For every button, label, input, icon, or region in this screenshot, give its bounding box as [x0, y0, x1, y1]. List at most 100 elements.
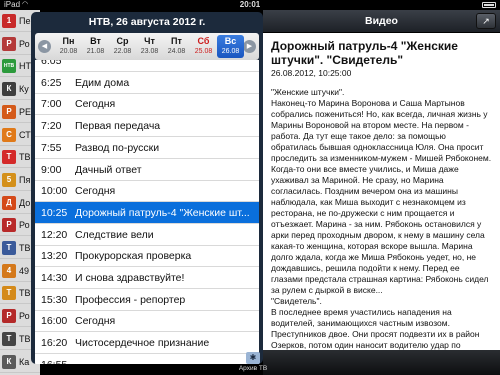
program-row[interactable]: 10:25 Дорожный патруль-4 "Женские шт...: [35, 201, 259, 224]
program-row[interactable]: 7:00 Сегодня: [35, 93, 259, 116]
tab-archive[interactable]: ✱ Архив ТВ: [223, 350, 283, 375]
channel-logo-icon: 1: [2, 14, 16, 28]
day-tab[interactable]: Вт 21.08: [82, 35, 109, 58]
channel-name: ТВ: [19, 288, 31, 299]
program-row[interactable]: 10:00 Сегодня: [35, 180, 259, 203]
program-time: 6:25: [41, 76, 62, 89]
program-time: 14:30: [41, 272, 68, 284]
day-name: Пн: [62, 36, 75, 46]
channel-logo-icon: Р: [2, 218, 16, 233]
channel-logo-icon: Р: [2, 104, 16, 119]
channel-name: До: [19, 197, 31, 208]
program-time: 10:00: [41, 185, 68, 198]
program-row[interactable]: 7:20 Первая передача: [35, 115, 259, 138]
program-name: Сегодня: [75, 98, 116, 111]
day-date: 25.08: [194, 48, 213, 55]
day-tab[interactable]: Сб 25.08: [190, 35, 217, 58]
day-name: Ср: [116, 36, 129, 46]
share-icon[interactable]: ↗: [476, 13, 496, 29]
program-time: 7:00: [41, 98, 62, 111]
program-time: 13:20: [41, 250, 68, 263]
program-name: Сегодня: [75, 185, 116, 198]
program-time: 7:55: [41, 141, 62, 154]
program-datetime: 26.08.2012, 10:25:00: [271, 68, 352, 78]
schedule-popover: НТВ, 26 августа 2012 г. ◀ ▶ Пн 20.08 Вт 21.…: [31, 12, 263, 364]
program-time: 16:00: [41, 315, 68, 328]
channel-logo-icon: 5: [2, 172, 16, 187]
program-row[interactable]: 15:30 Профессия - репортер: [35, 289, 259, 311]
program-name: Первая передача: [75, 120, 161, 133]
program-row[interactable]: 6:05: [35, 60, 259, 72]
channel-logo-icon: Р: [2, 309, 16, 324]
status-bar: iPad ◠ 20:01: [0, 0, 500, 10]
program-row[interactable]: 12:20 Следствие вели: [35, 224, 259, 246]
prev-week-icon[interactable]: ◀: [38, 40, 51, 53]
battery-icon: [482, 2, 496, 8]
channel-name: РЕ: [19, 106, 32, 117]
program-row[interactable]: 9:00 Дачный ответ: [35, 159, 259, 181]
next-week-icon[interactable]: ▶: [243, 40, 256, 53]
program-time: 12:20: [41, 228, 68, 241]
program-name: Едим дома: [75, 76, 130, 89]
program-detail: Дорожный патруль-4 "Женские штучки". "Св…: [263, 33, 500, 350]
channel-name: ТВ: [19, 243, 31, 253]
channel-logo-icon: Т: [2, 331, 16, 346]
program-row[interactable]: 13:20 Прокурорская проверка: [35, 245, 259, 268]
channel-name: Ку: [19, 84, 29, 95]
program-description: "Женские штучки". Наконец-то Марина Ворон…: [271, 87, 493, 350]
channel-name: Ро: [19, 311, 30, 322]
program-row[interactable]: 7:55 Развод по-русски: [35, 137, 259, 159]
tab-bar: [263, 350, 500, 375]
channel-logo-icon: Т: [2, 286, 16, 301]
program-name: Профессия - репортер: [75, 293, 186, 306]
channel-name: ТВ: [19, 152, 31, 163]
day-tab[interactable]: Чт 23.08: [136, 35, 163, 58]
channel-name: Ро: [19, 38, 30, 49]
channel-name: СТ: [19, 129, 31, 140]
channel-name: Пя: [19, 174, 31, 185]
program-time: 16:55: [41, 354, 73, 364]
channel-name: НТ: [19, 61, 31, 72]
description-paragraph: "Женские штучки".: [271, 87, 345, 97]
program-time: 6:05: [41, 60, 62, 67]
day-tab[interactable]: Ср 22.08: [109, 35, 136, 58]
program-name: И снова здравствуйте!: [75, 272, 185, 284]
channel-name: Пе: [19, 16, 31, 26]
program-time: 16:20: [41, 337, 68, 350]
program-row[interactable]: 6:25 Едим дома: [35, 72, 259, 94]
film-reel-icon: ✱: [246, 352, 260, 364]
channel-logo-icon: Т: [2, 241, 16, 255]
day-date: 26.08: [221, 48, 240, 55]
program-time: 7:20: [41, 120, 62, 133]
program-time: 9:00: [41, 163, 62, 176]
program-title: Дорожный патруль-4 "Женские штучки". "Св…: [271, 39, 458, 67]
program-time: 10:25: [41, 206, 68, 219]
channel-logo-icon: К: [2, 82, 16, 97]
channel-logo-icon: НТВ: [2, 59, 16, 74]
day-tab[interactable]: Пн 20.08: [55, 35, 82, 58]
program-time: 15:30: [41, 293, 68, 306]
description-paragraph: Наконец-то Марина Воронова и Саша Мартын…: [271, 98, 492, 295]
channel-name: Ка: [19, 356, 30, 367]
program-name: Следствие вели: [75, 228, 154, 241]
clock: 20:01: [239, 0, 261, 9]
day-date: 21.08: [86, 48, 105, 55]
channel-name: ТВ: [19, 333, 31, 344]
day-name: Вс: [224, 36, 237, 46]
channel-logo-icon: Д: [2, 195, 16, 210]
detail-header-title: Видео: [365, 15, 398, 27]
detail-header: Видео ↗: [263, 10, 500, 33]
day-tab[interactable]: Вс 26.08: [217, 35, 244, 58]
channel-name: 49: [19, 265, 30, 276]
channel-name: Ро: [19, 220, 30, 231]
tab-archive-label: Архив ТВ: [238, 365, 268, 372]
description-paragraph: "Свидетель".: [271, 296, 322, 306]
day-name: Пт: [171, 36, 182, 46]
day-date: 20.08: [59, 48, 78, 55]
day-date: 22.08: [113, 48, 132, 55]
day-tab[interactable]: Пт 24.08: [163, 35, 190, 58]
program-row[interactable]: 14:30 И снова здравствуйте!: [35, 267, 259, 289]
description-paragraph: В последнее время участились нападения н…: [271, 307, 480, 350]
program-row[interactable]: 16:00 Сегодня: [35, 310, 259, 333]
channel-logo-icon: 4: [2, 263, 16, 278]
